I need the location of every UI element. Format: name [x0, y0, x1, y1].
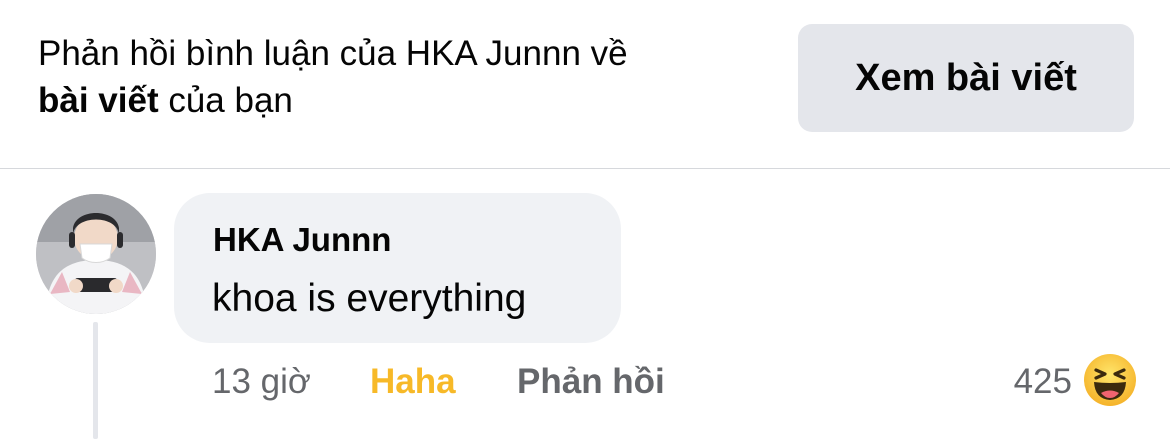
comment-text: khoa is everything	[212, 277, 527, 320]
view-post-button[interactable]: Xem bài viết	[798, 24, 1134, 132]
header-divider	[0, 168, 1170, 169]
notification-text-rest: của bạn	[158, 81, 293, 120]
avatar[interactable]	[36, 194, 156, 314]
notification-header: Phản hồi bình luận của HKA Junnn về bài …	[0, 0, 1170, 168]
comment-timestamp[interactable]: 13 giờ	[212, 362, 311, 402]
comment-bubble[interactable]: HKA Junnn khoa is everything	[174, 193, 621, 343]
notification-text: Phản hồi bình luận của HKA Junnn về bài …	[38, 30, 778, 124]
comment-author[interactable]: HKA Junnn	[213, 221, 391, 259]
notification-text-bold: bài viết	[38, 81, 159, 120]
notification-text-line1: Phản hồi bình luận của HKA Junnn về	[38, 34, 628, 73]
avatar-photo	[36, 194, 156, 314]
reaction-count[interactable]: 425	[990, 362, 1072, 402]
reply-thread-line	[93, 322, 98, 439]
reply-button[interactable]: Phản hồi	[517, 362, 665, 402]
haha-emoji-icon[interactable]	[1083, 353, 1137, 407]
haha-reaction-button[interactable]: Haha	[370, 362, 456, 402]
